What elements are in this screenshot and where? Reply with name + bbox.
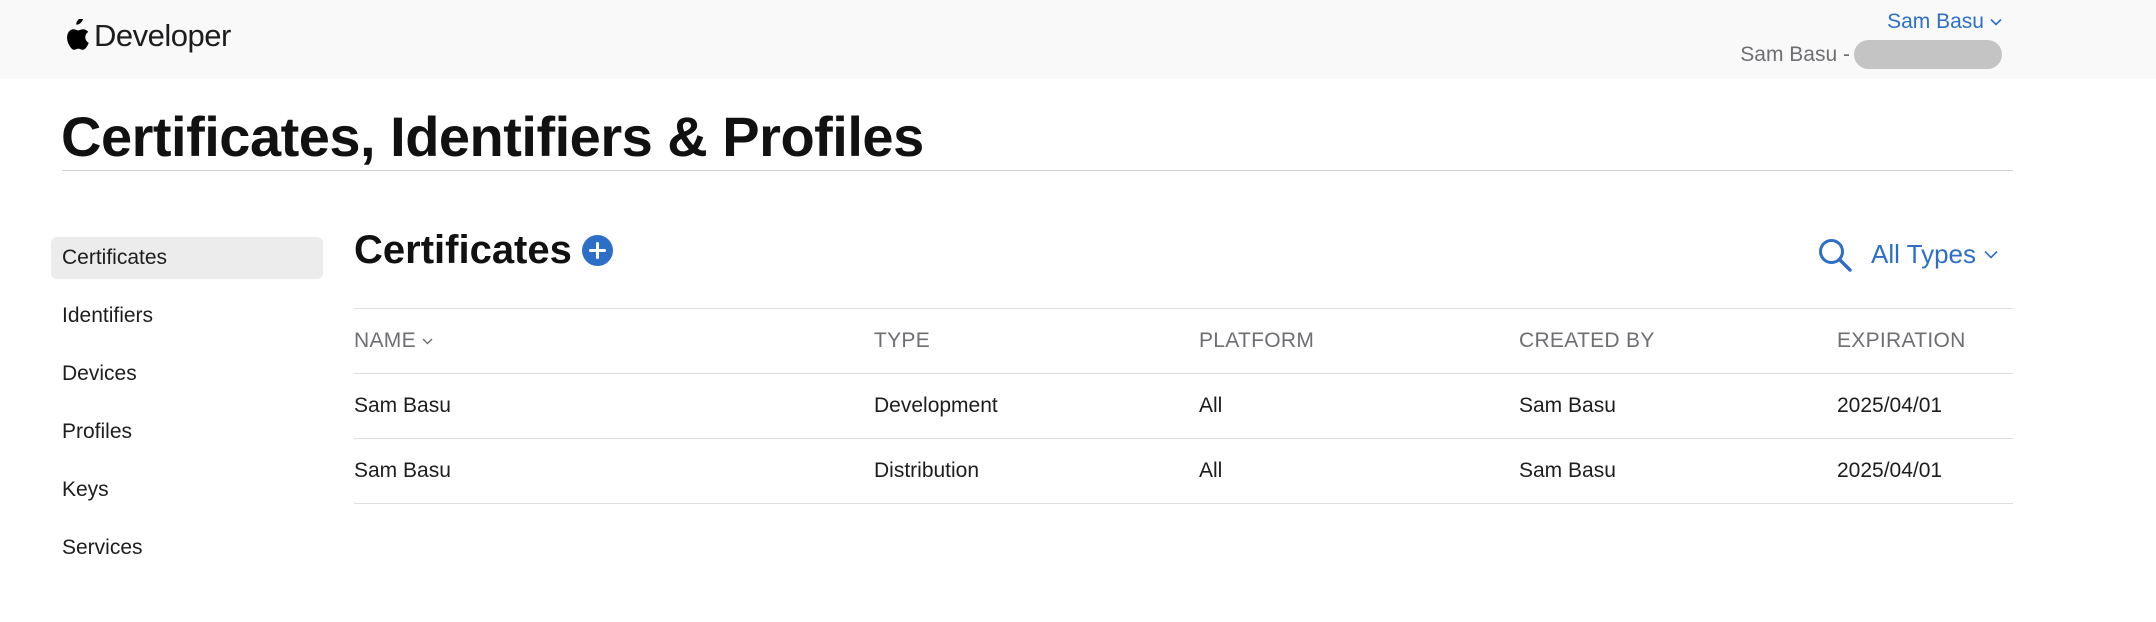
- type-filter-dropdown[interactable]: All Types: [1871, 239, 1998, 270]
- column-header-created-by[interactable]: CREATED BY: [1519, 309, 1655, 373]
- brand-name: Developer: [94, 18, 231, 53]
- cell-platform: All: [1199, 394, 1223, 417]
- sidebar-item-services[interactable]: Services: [51, 527, 323, 569]
- chevron-down-icon: [422, 338, 433, 345]
- chevron-down-icon: [1984, 250, 1998, 259]
- sidebar-item-keys[interactable]: Keys: [51, 469, 323, 511]
- account-menu[interactable]: Sam Basu: [1887, 10, 2002, 34]
- cell-created-by: Sam Basu: [1519, 394, 1616, 417]
- column-header-platform[interactable]: PLATFORM: [1199, 309, 1314, 373]
- plus-circle-icon[interactable]: [581, 235, 613, 266]
- column-header-name[interactable]: NAME: [354, 309, 433, 373]
- chevron-down-icon: [1990, 18, 2002, 26]
- developer-logo-link[interactable]: Developer: [62, 18, 231, 54]
- team-label: Sam Basu -: [1740, 42, 1850, 66]
- sidebar-item-identifiers[interactable]: Identifiers: [51, 295, 323, 337]
- team-id-redacted: [1854, 40, 2002, 69]
- cell-name: Sam Basu: [354, 394, 451, 417]
- page-title: Certificates, Identifiers & Profiles: [61, 105, 924, 168]
- search-icon[interactable]: [1818, 238, 1852, 272]
- account-name-label: Sam Basu: [1887, 10, 1984, 33]
- section-header: Certificates: [354, 228, 613, 273]
- sidebar-nav: Certificates Identifiers Devices Profile…: [51, 237, 323, 585]
- cell-expiration: 2025/04/01: [1837, 394, 1943, 417]
- sidebar-item-devices[interactable]: Devices: [51, 353, 323, 395]
- table-header-row: NAME TYPE PLATFORM CREATED BY EXPIRATION: [354, 308, 2013, 373]
- type-filter-label: All Types: [1871, 239, 1977, 269]
- section-title: Certificates: [354, 228, 572, 272]
- cell-created-by: Sam Basu: [1519, 459, 1616, 482]
- cell-type: Distribution: [874, 459, 980, 482]
- column-header-expiration[interactable]: EXPIRATION: [1837, 309, 1966, 373]
- account-menu-button[interactable]: Sam Basu: [1887, 10, 2002, 34]
- title-divider: [62, 170, 2013, 171]
- table-row[interactable]: Sam Basu Development All Sam Basu 2025/0…: [354, 373, 2013, 438]
- certificates-table: NAME TYPE PLATFORM CREATED BY EXPIRATION…: [354, 308, 2013, 504]
- top-bar: Developer Sam Basu Sam Basu -: [0, 0, 2156, 79]
- cell-type: Development: [874, 394, 998, 417]
- column-header-name-label: NAME: [354, 329, 416, 352]
- sidebar-item-profiles[interactable]: Profiles: [51, 411, 323, 453]
- table-row[interactable]: Sam Basu Distribution All Sam Basu 2025/…: [354, 438, 2013, 504]
- team-selector[interactable]: Sam Basu -: [1740, 40, 2002, 69]
- sidebar-item-certificates[interactable]: Certificates: [51, 237, 323, 279]
- column-header-type[interactable]: TYPE: [874, 309, 930, 373]
- apple-logo-icon: [67, 19, 89, 50]
- cell-name: Sam Basu: [354, 459, 451, 482]
- cell-platform: All: [1199, 459, 1223, 482]
- cell-expiration: 2025/04/01: [1837, 459, 1943, 482]
